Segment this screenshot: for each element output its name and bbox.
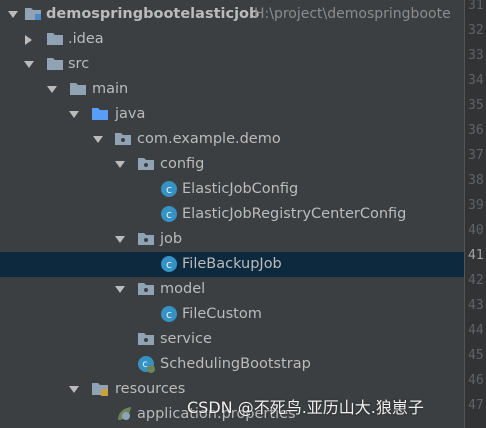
tree-item-main[interactable]: main [0, 77, 465, 102]
spring-properties-icon [115, 405, 133, 423]
folder-icon [46, 55, 64, 73]
module-folder-icon [24, 5, 42, 23]
chevron-down-icon[interactable] [69, 102, 79, 127]
tree-item-idea[interactable]: .idea [0, 27, 465, 52]
line-number: 37 [468, 148, 484, 163]
line-number: 42 [468, 273, 484, 288]
project-tree[interactable]: demospringbootelasticjob H:\project\demo… [0, 0, 465, 428]
chevron-down-icon[interactable] [115, 227, 125, 252]
chevron-down-icon[interactable] [115, 277, 125, 302]
package-icon [137, 230, 155, 248]
tree-item-file-backup-job[interactable]: c FileBackupJob [0, 252, 465, 277]
line-number: 40 [468, 223, 484, 238]
tree-item-label: java [115, 106, 146, 122]
chevron-down-icon[interactable] [115, 152, 125, 177]
tree-item-elastic-job-config[interactable]: c ElasticJobConfig [0, 177, 465, 202]
chevron-down-icon[interactable] [24, 52, 34, 77]
tree-item-scheduling-bootstrap[interactable]: c SchedulingBootstrap [0, 352, 465, 377]
class-icon: c [160, 205, 178, 223]
chevron-right-icon[interactable] [24, 27, 34, 52]
tree-item-label: FileBackupJob [182, 256, 282, 272]
line-number: 31 [468, 0, 484, 13]
chevron-down-icon[interactable] [8, 2, 18, 27]
line-number: 41 [468, 248, 484, 263]
package-icon [137, 330, 155, 348]
tree-item-project-root[interactable]: demospringbootelasticjob H:\project\demo… [0, 2, 465, 27]
class-icon: c [160, 180, 178, 198]
tree-item-src[interactable]: src [0, 52, 465, 77]
line-number: 36 [468, 123, 484, 138]
line-number: 39 [468, 198, 484, 213]
tree-item-label: config [160, 156, 205, 172]
tree-item-label: src [68, 56, 90, 72]
chevron-down-icon[interactable] [93, 127, 103, 152]
project-path: H:\project\demospringboote [254, 6, 451, 22]
class-icon: c [160, 305, 178, 323]
tree-item-label: ElasticJobRegistryCenterConfig [182, 206, 407, 222]
svg-text:c: c [166, 208, 172, 221]
source-folder-icon [91, 105, 109, 123]
line-number: 44 [468, 323, 484, 338]
tree-item-registry-center-config[interactable]: c ElasticJobRegistryCenterConfig [0, 202, 465, 227]
folder-icon [69, 80, 87, 98]
package-icon [114, 130, 132, 148]
tree-item-config[interactable]: config [0, 152, 465, 177]
tree-item-label: ElasticJobConfig [182, 181, 299, 197]
svg-text:c: c [142, 359, 148, 370]
tree-item-label: FileCustom [182, 306, 262, 322]
svg-text:c: c [166, 258, 172, 271]
line-number: 46 [468, 373, 484, 388]
tree-item-label: SchedulingBootstrap [160, 356, 311, 372]
line-number: 45 [468, 348, 484, 363]
tree-item-service[interactable]: service [0, 327, 465, 352]
tree-item-label: service [160, 331, 212, 347]
tree-item-package[interactable]: com.example.demo [0, 127, 465, 152]
tree-item-label: com.example.demo [137, 131, 281, 147]
chevron-down-icon[interactable] [69, 377, 79, 402]
line-number: 34 [468, 73, 484, 88]
resources-folder-icon [91, 380, 109, 398]
tree-item-label: main [92, 81, 129, 97]
tree-item-java[interactable]: java [0, 102, 465, 127]
tree-item-job[interactable]: job [0, 227, 465, 252]
line-number: 35 [468, 98, 484, 113]
tree-item-label: .idea [68, 31, 104, 47]
spring-boot-class-icon: c [137, 355, 155, 373]
line-number: 32 [468, 23, 484, 38]
line-number: 38 [468, 173, 484, 188]
chevron-down-icon[interactable] [47, 77, 57, 102]
folder-icon [46, 30, 64, 48]
line-number: 43 [468, 298, 484, 313]
line-number: 47 [468, 398, 484, 413]
tree-item-label: job [160, 231, 183, 247]
package-icon [137, 155, 155, 173]
project-name: demospringbootelasticjob [46, 6, 260, 22]
line-number-gutter: 31 32 33 34 35 36 37 38 39 40 41 42 43 4… [464, 0, 486, 428]
svg-text:c: c [166, 183, 172, 196]
watermark: CSDN @不死鸟.亚历山大.狼崽子 [187, 398, 424, 417]
tree-item-label: model [160, 281, 206, 297]
svg-text:c: c [166, 308, 172, 321]
class-icon: c [160, 255, 178, 273]
tree-item-label: resources [115, 381, 186, 397]
tree-item-model[interactable]: model [0, 277, 465, 302]
tree-item-file-custom[interactable]: c FileCustom [0, 302, 465, 327]
package-icon [137, 280, 155, 298]
line-number: 33 [468, 48, 484, 63]
